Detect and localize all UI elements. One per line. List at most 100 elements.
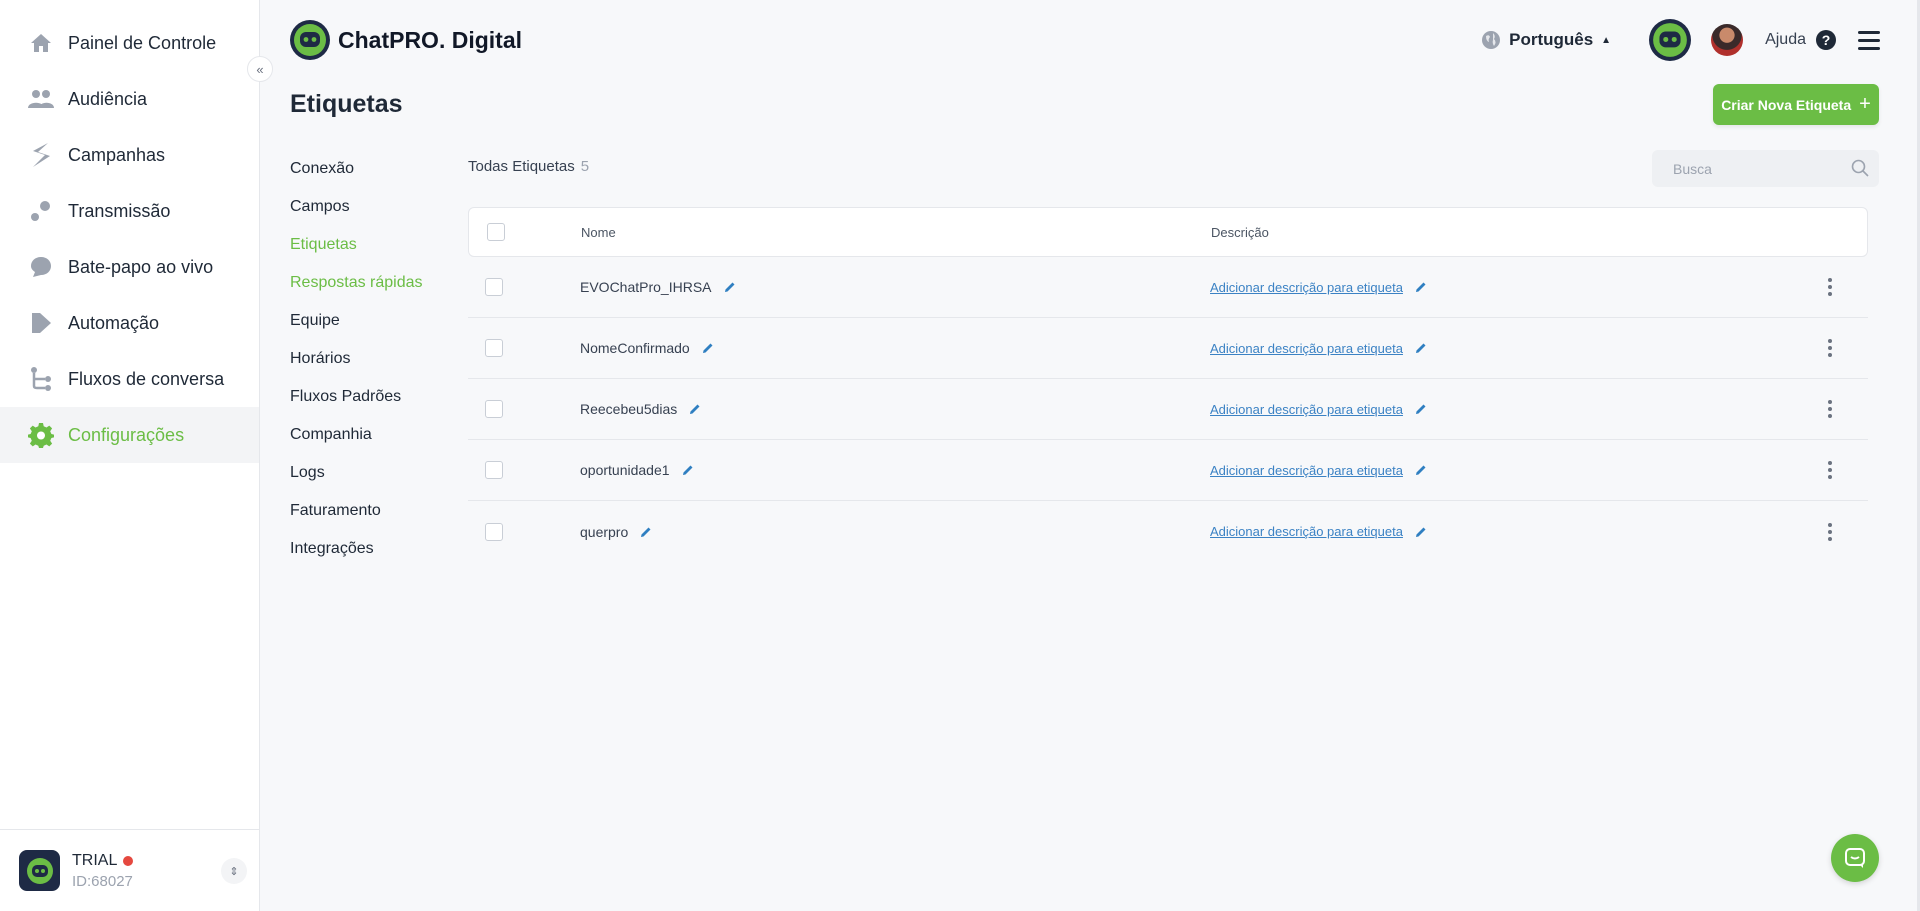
collapse-sidebar-button[interactable]: « bbox=[247, 56, 273, 82]
settings-item-equipe[interactable]: Equipe bbox=[290, 302, 423, 340]
sidebar-item-label: Audiência bbox=[68, 88, 148, 109]
gear-icon bbox=[28, 422, 54, 448]
sidebar-item-configuracoes[interactable]: Configurações bbox=[0, 407, 259, 463]
edit-description-pencil-icon[interactable] bbox=[1415, 342, 1427, 354]
hamburger-menu-icon[interactable] bbox=[1858, 30, 1880, 50]
search-input[interactable] bbox=[1673, 160, 1843, 177]
tag-name-cell: querpro bbox=[580, 524, 652, 540]
sidebar: Painel de Controle Audiência Campanhas T… bbox=[0, 0, 260, 911]
row-checkbox[interactable] bbox=[485, 278, 503, 296]
chat-launcher-button[interactable] bbox=[1831, 834, 1879, 882]
search-box bbox=[1652, 150, 1879, 187]
page-title: Etiquetas bbox=[290, 90, 403, 118]
edit-description-pencil-icon[interactable] bbox=[1415, 281, 1427, 293]
tag-description-cell: Adicionar descrição para etiqueta bbox=[1210, 524, 1427, 539]
edit-name-pencil-icon[interactable] bbox=[724, 281, 736, 293]
settings-nav: Conexão Campos Etiquetas Respostas rápid… bbox=[290, 150, 423, 568]
tag-name-cell: Reecebeu5dias bbox=[580, 401, 701, 417]
globe-icon bbox=[1481, 30, 1501, 50]
list-heading-label: Todas Etiquetas bbox=[468, 158, 575, 175]
account-info: TRIAL ID:68027 bbox=[72, 851, 134, 890]
row-more-options-icon[interactable] bbox=[1828, 461, 1832, 479]
plan-text: TRIAL bbox=[72, 851, 118, 869]
sidebar-item-automacao[interactable]: Automação bbox=[0, 295, 259, 351]
settings-item-integracoes[interactable]: Integrações bbox=[290, 530, 423, 568]
create-tag-label: Criar Nova Etiqueta bbox=[1721, 96, 1852, 113]
row-more-options-icon[interactable] bbox=[1828, 400, 1832, 418]
settings-item-etiquetas[interactable]: Etiquetas bbox=[290, 226, 423, 264]
table-row: NomeConfirmado Adicionar descrição para … bbox=[468, 318, 1868, 379]
settings-item-faturamento[interactable]: Faturamento bbox=[290, 492, 423, 530]
edit-name-pencil-icon[interactable] bbox=[689, 403, 701, 415]
add-description-link[interactable]: Adicionar descrição para etiqueta bbox=[1210, 341, 1403, 356]
brand-name: ChatPRO. Digital bbox=[338, 26, 523, 53]
table-row: Reecebeu5dias Adicionar descrição para e… bbox=[468, 379, 1868, 440]
chat-icon bbox=[1843, 846, 1867, 870]
add-description-link[interactable]: Adicionar descrição para etiqueta bbox=[1210, 280, 1403, 295]
sidebar-item-campanhas[interactable]: Campanhas bbox=[0, 127, 259, 183]
plan-label: TRIAL bbox=[72, 851, 134, 870]
tag-description-cell: Adicionar descrição para etiqueta bbox=[1210, 402, 1427, 417]
tag-name: Reecebeu5dias bbox=[580, 401, 678, 417]
help-link[interactable]: Ajuda ? bbox=[1765, 30, 1836, 50]
tags-table: Nome Descrição EVOChatPro_IHRSA Adiciona… bbox=[468, 207, 1868, 562]
sidebar-item-painel[interactable]: Painel de Controle bbox=[0, 15, 259, 71]
sidebar-item-bate-papo[interactable]: Bate-papo ao vivo bbox=[0, 239, 259, 295]
table-row: oportunidade1 Adicionar descrição para e… bbox=[468, 440, 1868, 501]
settings-item-companhia[interactable]: Companhia bbox=[290, 416, 423, 454]
language-selector[interactable]: Português ▲ bbox=[1481, 30, 1611, 50]
sidebar-item-audiencia[interactable]: Audiência bbox=[0, 71, 259, 127]
row-checkbox[interactable] bbox=[485, 522, 503, 541]
table-header: Nome Descrição bbox=[468, 207, 1868, 257]
tag-name: EVOChatPro_IHRSA bbox=[580, 279, 712, 295]
column-header-name: Nome bbox=[581, 224, 616, 240]
search-icon[interactable] bbox=[1851, 159, 1869, 182]
brand[interactable]: ChatPRO. Digital bbox=[290, 20, 522, 60]
settings-item-respostas-rapidas[interactable]: Respostas rápidas bbox=[290, 264, 423, 302]
user-avatar[interactable] bbox=[1711, 24, 1744, 56]
language-label: Português bbox=[1509, 30, 1594, 49]
edit-name-pencil-icon[interactable] bbox=[682, 464, 694, 476]
row-more-options-icon[interactable] bbox=[1828, 339, 1832, 357]
add-description-link[interactable]: Adicionar descrição para etiqueta bbox=[1210, 402, 1403, 417]
help-label: Ajuda bbox=[1765, 31, 1806, 48]
tag-name: querpro bbox=[580, 523, 629, 540]
settings-item-logs[interactable]: Logs bbox=[290, 454, 423, 492]
list-count: 5 bbox=[580, 158, 590, 175]
edit-name-pencil-icon[interactable] bbox=[702, 342, 714, 354]
account-id: ID:68027 bbox=[72, 872, 133, 890]
settings-item-horarios[interactable]: Horários bbox=[290, 340, 423, 378]
tag-name: oportunidade1 bbox=[580, 462, 670, 478]
edit-description-pencil-icon[interactable] bbox=[1415, 403, 1427, 415]
settings-item-conexao[interactable]: Conexão bbox=[290, 150, 423, 188]
add-description-link[interactable]: Adicionar descrição para etiqueta bbox=[1210, 524, 1403, 539]
status-dot bbox=[123, 855, 134, 866]
row-checkbox[interactable] bbox=[485, 461, 503, 479]
create-tag-button[interactable]: Criar Nova Etiqueta + bbox=[1713, 84, 1879, 125]
plus-icon: + bbox=[1859, 93, 1871, 115]
row-more-options-icon[interactable] bbox=[1828, 522, 1832, 541]
add-description-link[interactable]: Adicionar descrição para etiqueta bbox=[1210, 463, 1403, 478]
chat-bubble-icon bbox=[28, 254, 54, 280]
sidebar-item-label: Campanhas bbox=[68, 144, 166, 165]
table-row: EVOChatPro_IHRSA Adicionar descrição par… bbox=[468, 257, 1868, 318]
sidebar-item-label: Bate-papo ao vivo bbox=[68, 256, 214, 277]
edit-description-pencil-icon[interactable] bbox=[1415, 526, 1427, 538]
edit-description-pencil-icon[interactable] bbox=[1415, 464, 1427, 476]
top-header: ChatPRO. Digital Português ▲ Ajuda ? bbox=[260, 0, 1920, 80]
account-switch-icon[interactable]: ⇕ bbox=[221, 858, 247, 884]
sidebar-item-label: Automação bbox=[68, 312, 160, 333]
people-icon bbox=[28, 86, 54, 112]
sidebar-item-transmissao[interactable]: Transmissão bbox=[0, 183, 259, 239]
settings-item-campos[interactable]: Campos bbox=[290, 188, 423, 226]
row-checkbox[interactable] bbox=[485, 339, 503, 357]
settings-item-fluxos-padroes[interactable]: Fluxos Padrões bbox=[290, 378, 423, 416]
bot-avatar[interactable] bbox=[1649, 19, 1692, 61]
select-all-checkbox[interactable] bbox=[487, 223, 505, 241]
sidebar-item-fluxos[interactable]: Fluxos de conversa bbox=[0, 351, 259, 407]
caret-up-icon: ▲ bbox=[1601, 34, 1612, 46]
row-more-options-icon[interactable] bbox=[1828, 278, 1832, 296]
edit-name-pencil-icon[interactable] bbox=[640, 526, 652, 538]
row-checkbox[interactable] bbox=[485, 400, 503, 418]
account-panel[interactable]: TRIAL ID:68027 ⇕ bbox=[0, 829, 259, 911]
